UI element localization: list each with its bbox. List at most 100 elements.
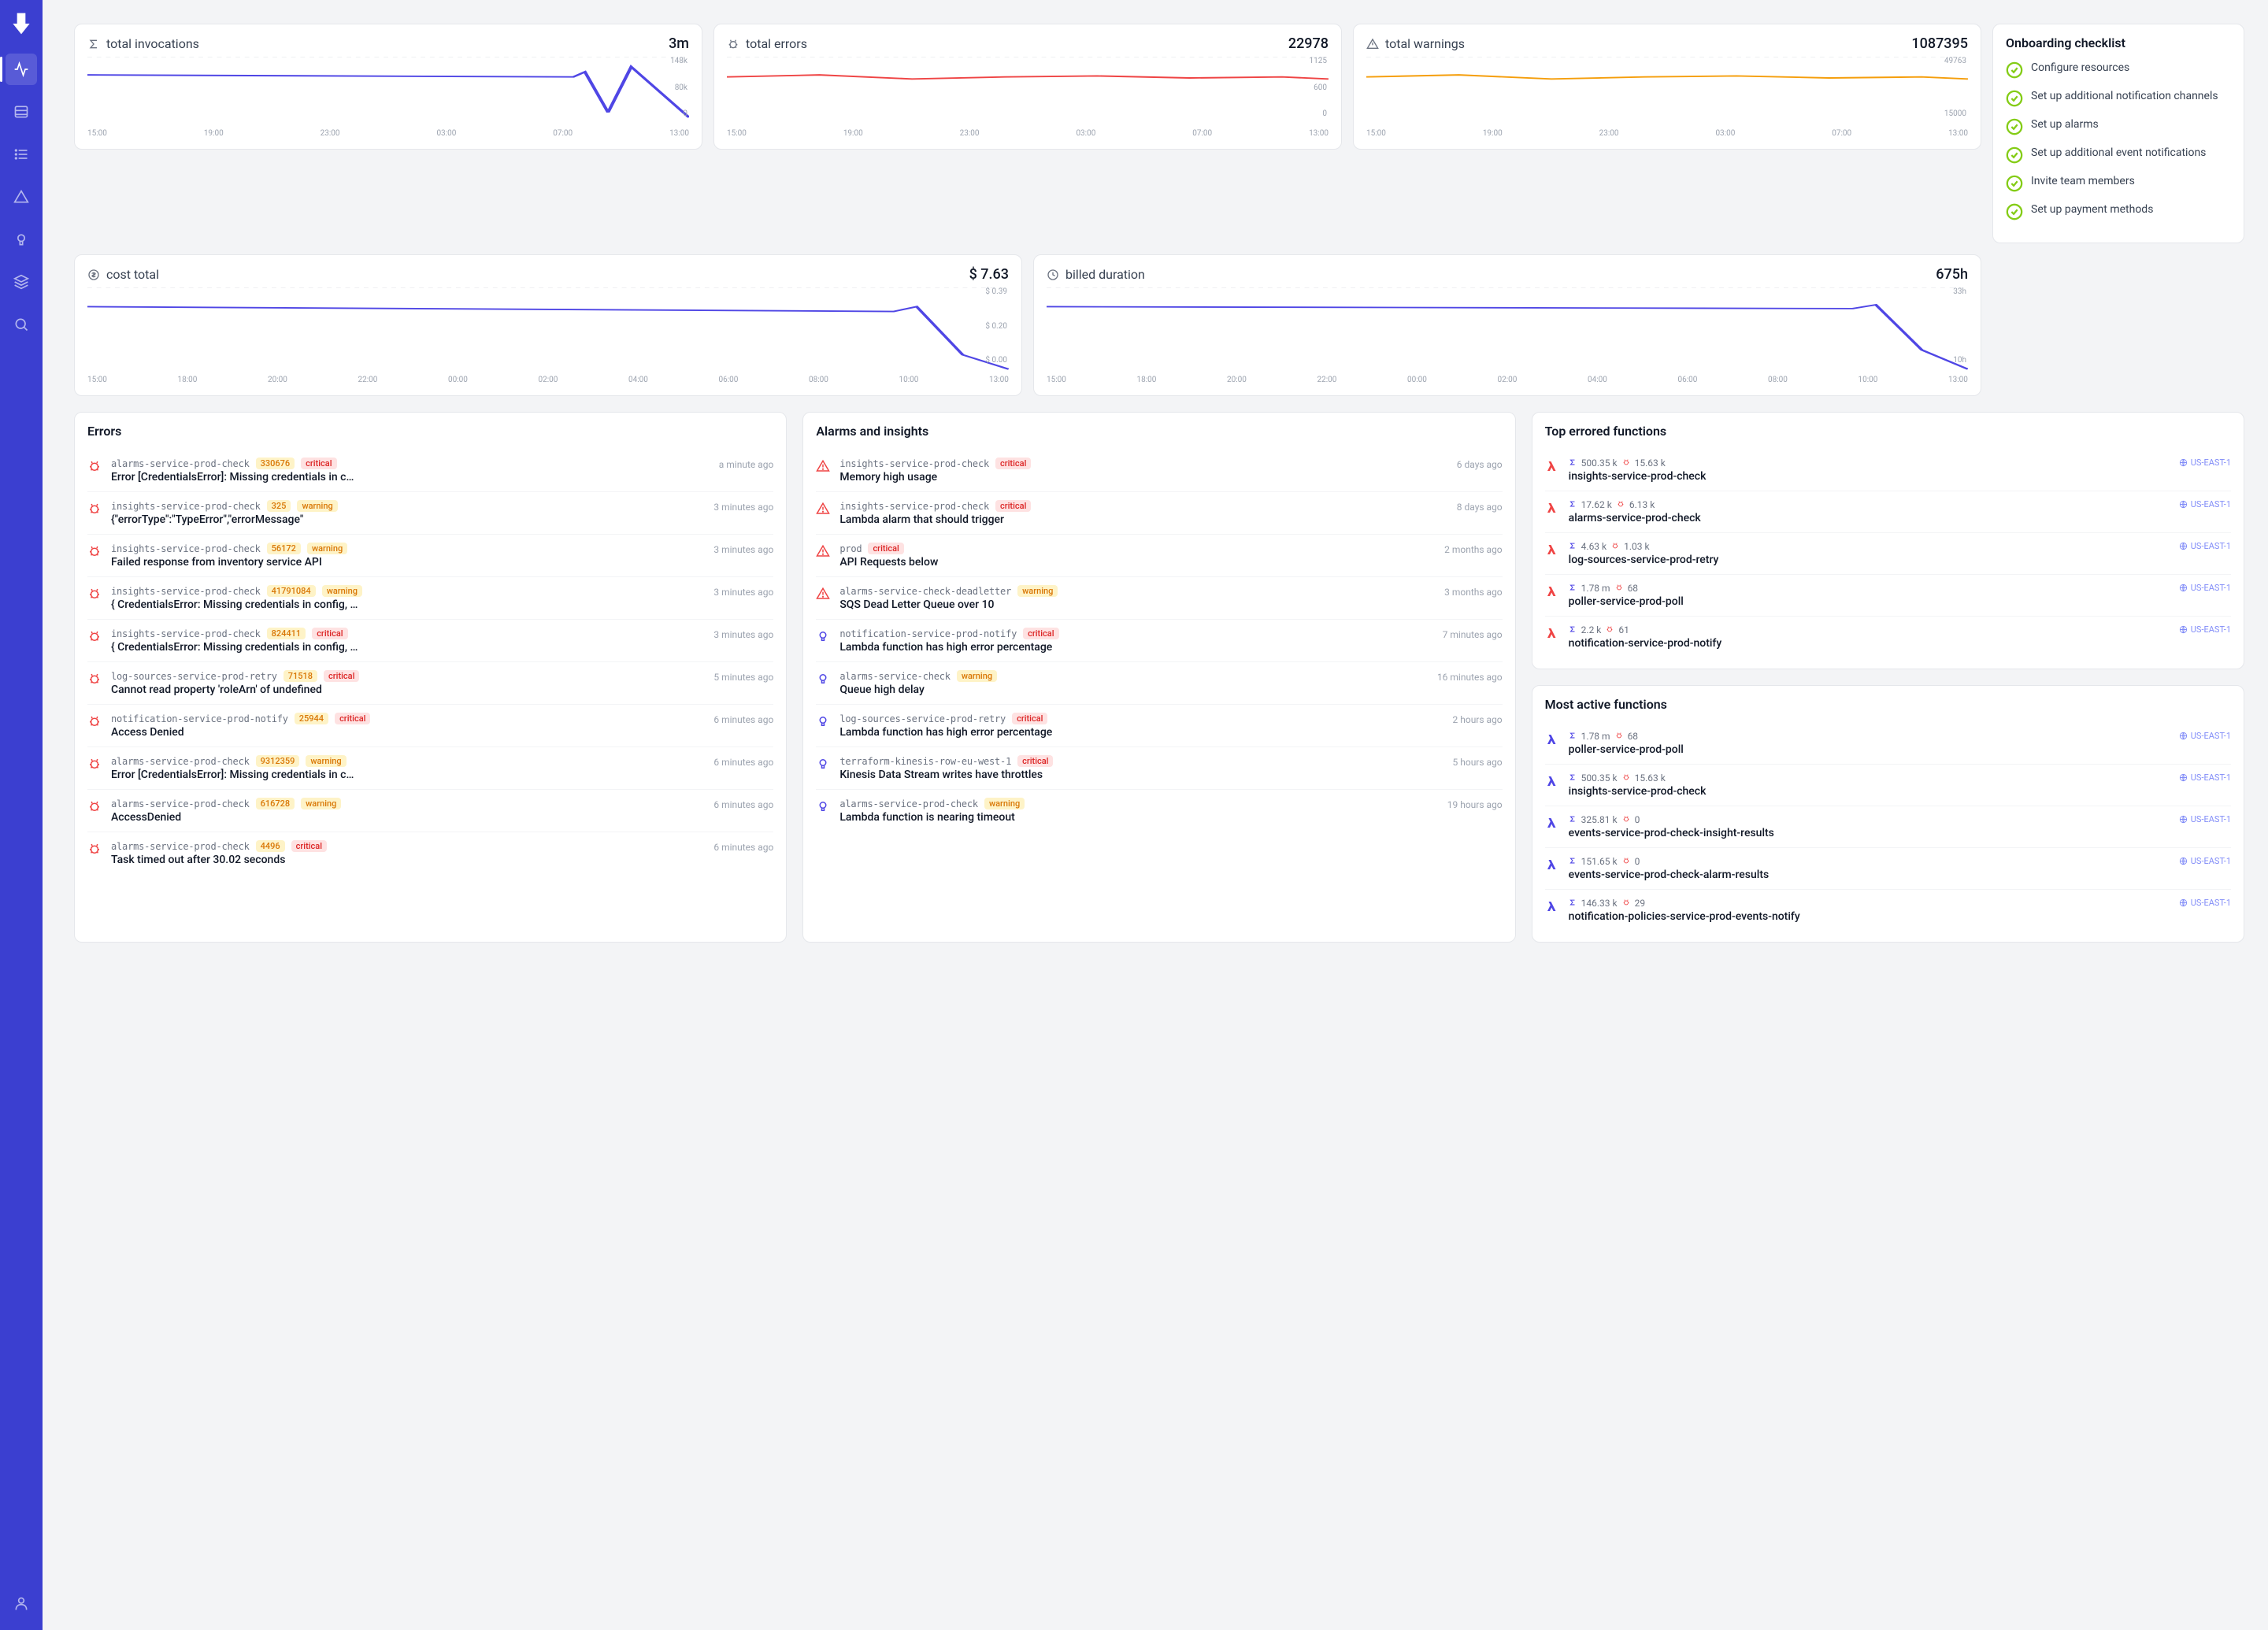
sigma-icon: [1569, 583, 1577, 594]
metric-value: 22978: [1288, 35, 1329, 52]
lambda-icon: [1545, 816, 1559, 830]
logo-icon: [9, 11, 34, 36]
metric-errors[interactable]: total errors 22978 11256000 15:0019:0023…: [713, 24, 1342, 150]
error-row-4[interactable]: insights-service-prod-check 824411 criti…: [87, 619, 773, 661]
error-message: AccessDenied: [111, 811, 704, 824]
checklist-item-1[interactable]: Set up additional notification channels: [2006, 90, 2231, 107]
alarm-row-6[interactable]: log-sources-service-prod-retry critical …: [816, 704, 1502, 746]
lambda-icon: [1545, 543, 1559, 557]
function-row-3[interactable]: 151.65 k 0 events-service-prod-check-ala…: [1545, 847, 2231, 889]
alarm-row-4[interactable]: notification-service-prod-notify critica…: [816, 619, 1502, 661]
alarm-row-7[interactable]: terraform-kinesis-row-eu-west-1 critical…: [816, 746, 1502, 789]
lambda-icon: [1545, 858, 1559, 872]
function-name: insights-service-prod-check: [111, 501, 261, 512]
error-row-3[interactable]: insights-service-prod-check 41791084 war…: [87, 576, 773, 619]
nav-search[interactable]: [6, 309, 37, 340]
function-row-0[interactable]: 500.35 k 15.63 k insights-service-prod-c…: [1545, 450, 2231, 491]
checklist-item-2[interactable]: Set up alarms: [2006, 118, 2231, 135]
bug-icon: [87, 757, 102, 771]
sigma-icon: [1569, 772, 1577, 784]
panel-title: Errors: [87, 424, 773, 439]
timestamp: 5 minutes ago: [713, 672, 773, 683]
function-name: poller-service-prod-poll: [1569, 595, 2170, 608]
error-row-9[interactable]: alarms-service-prod-check 4496 critical …: [87, 832, 773, 874]
error-row-2[interactable]: insights-service-prod-check 56172 warnin…: [87, 534, 773, 576]
function-row-2[interactable]: 4.63 k 1.03 k log-sources-service-prod-r…: [1545, 532, 2231, 574]
bulb-icon: [816, 714, 830, 728]
function-row-2[interactable]: 325.81 k 0 events-service-prod-check-ins…: [1545, 806, 2231, 847]
alarm-row-1[interactable]: insights-service-prod-check critical Lam…: [816, 491, 1502, 534]
bug-icon: [87, 459, 102, 473]
checklist-item-4[interactable]: Invite team members: [2006, 175, 2231, 192]
count-badge: 616728: [256, 798, 295, 809]
checklist-item-0[interactable]: Configure resources: [2006, 61, 2231, 79]
error-count: 68: [1628, 583, 1639, 594]
error-row-6[interactable]: notification-service-prod-notify 25944 c…: [87, 704, 773, 746]
nav-layers[interactable]: [6, 266, 37, 298]
metric-cost[interactable]: cost total $ 7.63 $ 0.39$ 0.20$ 0.00 15:…: [74, 254, 1022, 396]
severity-badge: warning: [984, 798, 1025, 809]
bug-icon: [87, 502, 102, 516]
count-badge: 325: [267, 500, 291, 512]
function-row-1[interactable]: 500.35 k 15.63 k insights-service-prod-c…: [1545, 764, 2231, 806]
metric-warnings[interactable]: total warnings 1087395 4976315000 15:001…: [1353, 24, 1981, 150]
error-count: 0: [1635, 814, 1640, 825]
severity-badge: warning: [957, 670, 997, 682]
timestamp: 3 months ago: [1444, 587, 1503, 598]
error-row-1[interactable]: insights-service-prod-check 325 warning …: [87, 491, 773, 534]
function-name: log-sources-service-prod-retry: [1569, 554, 2170, 566]
alarm-row-2[interactable]: prod critical API Requests below 2 month…: [816, 534, 1502, 576]
alarms-panel: Alarms and insights insights-service-pro…: [802, 412, 1515, 943]
invocation-count: 325.81 k: [1581, 814, 1618, 825]
lambda-icon: [1545, 501, 1559, 515]
nav-database[interactable]: [6, 96, 37, 128]
invocation-count: 500.35 k: [1581, 458, 1618, 469]
top-errored-panel: Top errored functions 500.35 k 15.63 k i…: [1532, 412, 2244, 669]
metric-title: total invocations: [106, 36, 662, 51]
checklist-item-5[interactable]: Set up payment methods: [2006, 203, 2231, 220]
error-row-7[interactable]: alarms-service-prod-check 9312359 warnin…: [87, 746, 773, 789]
metric-billed[interactable]: billed duration 675h 33h10h 15:0018:0020…: [1033, 254, 1981, 396]
function-row-0[interactable]: 1.78 m 68 poller-service-prod-poll US-EA…: [1545, 723, 2231, 764]
timestamp: 19 hours ago: [1447, 799, 1503, 810]
function-row-4[interactable]: 2.2 k 61 notification-service-prod-notif…: [1545, 616, 2231, 658]
nav-list[interactable]: [6, 139, 37, 170]
sigma-icon: [1569, 499, 1577, 510]
timestamp: 3 minutes ago: [713, 629, 773, 640]
alarm-row-5[interactable]: alarms-service-check warning Queue high …: [816, 661, 1502, 704]
check-icon: [2006, 175, 2023, 192]
alarm-message: Lambda alarm that should trigger: [839, 513, 1447, 526]
checklist-label: Configure resources: [2031, 61, 2129, 74]
error-row-5[interactable]: log-sources-service-prod-retry 71518 cri…: [87, 661, 773, 704]
timestamp: 2 months ago: [1444, 544, 1503, 555]
function-name: alarms-service-check-deadletter: [839, 586, 1011, 597]
alarm-row-8[interactable]: alarms-service-prod-check warning Lambda…: [816, 789, 1502, 832]
severity-badge: critical: [312, 628, 347, 639]
error-row-8[interactable]: alarms-service-prod-check 616728 warning…: [87, 789, 773, 832]
lambda-icon: [1545, 899, 1559, 913]
main-content: total invocations 3m 148k80k0 15:0019:00…: [43, 0, 2268, 1630]
metric-invocations[interactable]: total invocations 3m 148k80k0 15:0019:00…: [74, 24, 702, 150]
function-row-3[interactable]: 1.78 m 68 poller-service-prod-poll US-EA…: [1545, 574, 2231, 616]
nav-insights[interactable]: [6, 224, 37, 255]
function-row-4[interactable]: 146.33 k 29 notification-policies-servic…: [1545, 889, 2231, 931]
invocation-count: 2.2 k: [1581, 624, 1602, 635]
error-row-0[interactable]: alarms-service-prod-check 330676 critica…: [87, 450, 773, 491]
bug-icon: [1611, 541, 1619, 552]
function-name: terraform-kinesis-row-eu-west-1: [839, 756, 1011, 767]
function-name: alarms-service-prod-check: [1569, 512, 2170, 524]
function-row-1[interactable]: 17.62 k 6.13 k alarms-service-prod-check…: [1545, 491, 2231, 532]
invocation-count: 146.33 k: [1581, 898, 1618, 909]
nav-alerts[interactable]: [6, 181, 37, 213]
timestamp: 8 days ago: [1457, 502, 1503, 513]
region-badge: US-EAST-1: [2179, 541, 2231, 551]
alarm-row-0[interactable]: insights-service-prod-check critical Mem…: [816, 450, 1502, 491]
x-axis: 15:0018:0020:0022:0000:0002:0004:0006:00…: [1047, 376, 1968, 384]
timestamp: 6 minutes ago: [713, 757, 773, 768]
nav-profile[interactable]: [6, 1587, 37, 1619]
alarm-row-3[interactable]: alarms-service-check-deadletter warning …: [816, 576, 1502, 619]
checklist-item-3[interactable]: Set up additional event notifications: [2006, 146, 2231, 164]
function-name: notification-policies-service-prod-event…: [1569, 910, 2170, 923]
region-badge: US-EAST-1: [2179, 499, 2231, 509]
nav-activity[interactable]: [6, 54, 37, 85]
